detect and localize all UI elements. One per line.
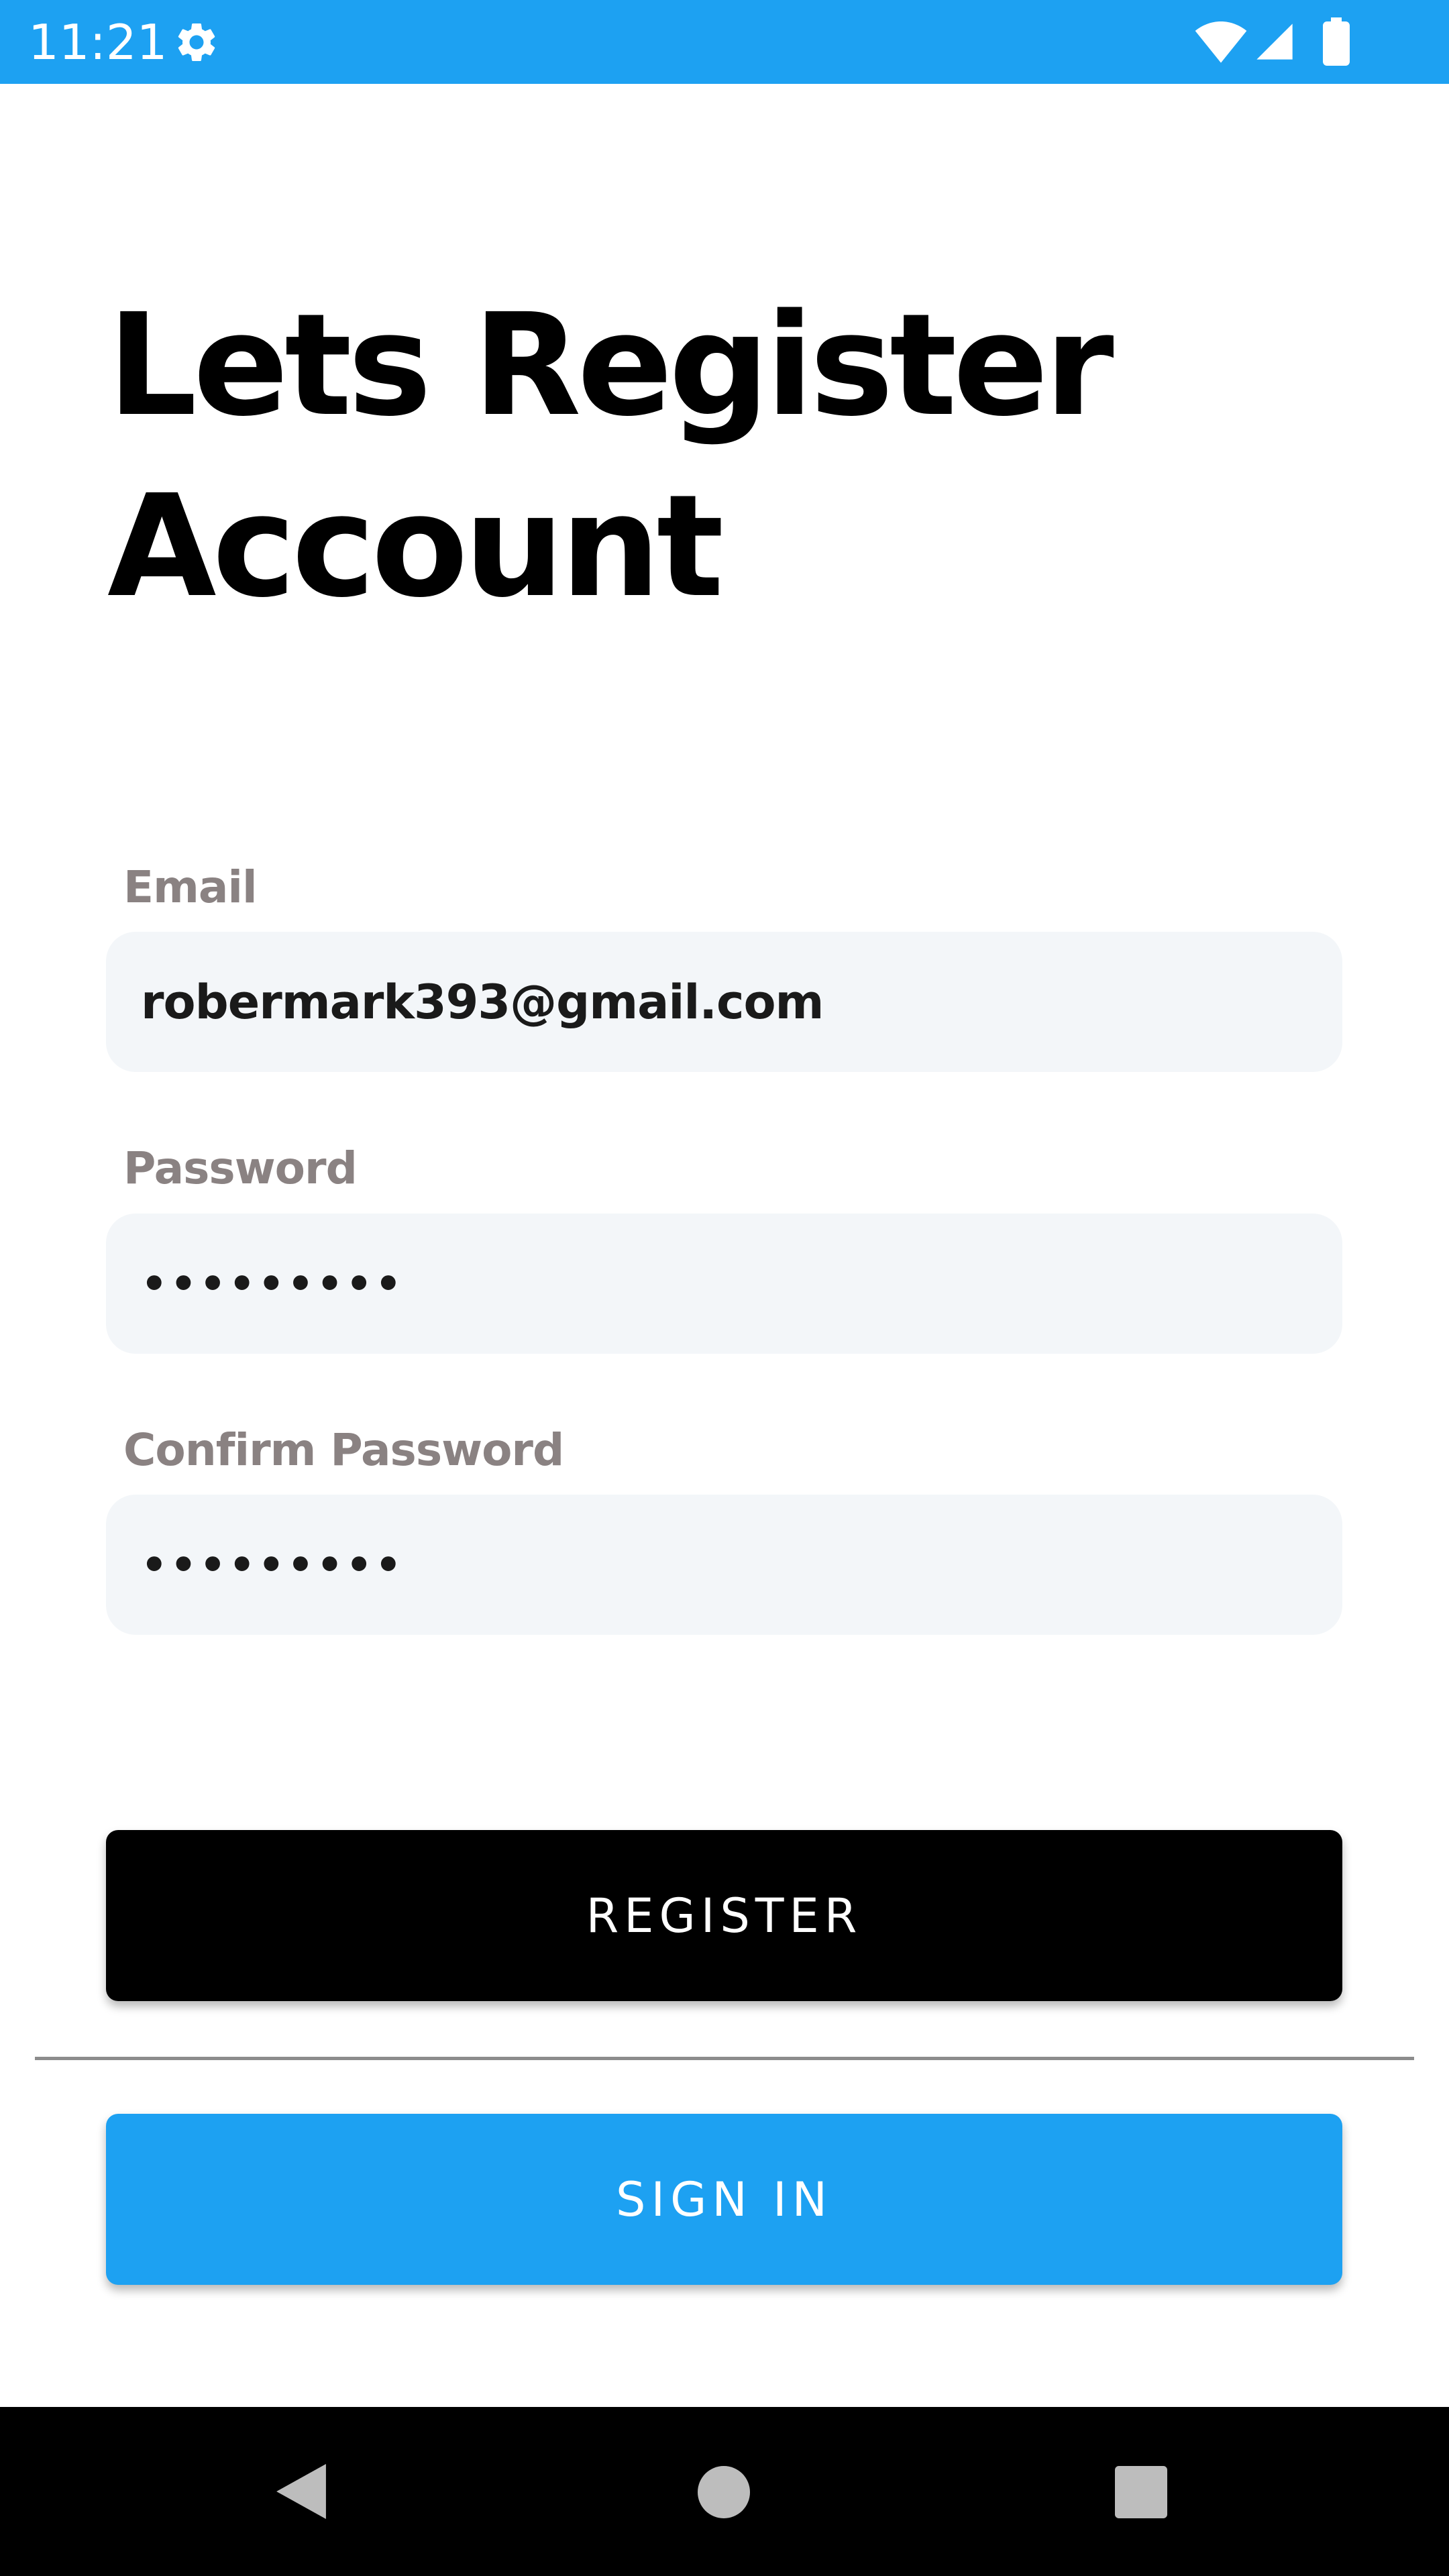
wifi-icon	[1195, 21, 1247, 63]
recents-icon[interactable]	[1115, 2466, 1167, 2518]
email-field[interactable]: robermark393@gmail.com	[106, 932, 1342, 1072]
sign-in-button[interactable]: SIGN IN	[106, 2114, 1342, 2285]
page-title: Lets Register Account	[107, 275, 1248, 637]
email-value: robermark393@gmail.com	[141, 974, 824, 1030]
battery-icon	[1323, 17, 1350, 66]
password-value: •••••••••	[141, 1259, 405, 1308]
confirm-password-value: •••••••••	[141, 1540, 405, 1589]
divider	[35, 2057, 1414, 2060]
page-title-line-2: Account	[107, 464, 724, 629]
register-screen: 11:21 Lets Register Account Email roberm…	[0, 0, 1449, 2576]
register-button[interactable]: REGISTER	[106, 1830, 1342, 2001]
navigation-bar	[0, 2407, 1449, 2576]
home-icon[interactable]	[698, 2466, 750, 2518]
signal-icon	[1256, 23, 1293, 60]
password-field[interactable]: •••••••••	[106, 1214, 1342, 1354]
gear-icon	[178, 23, 215, 61]
confirm-password-field[interactable]: •••••••••	[106, 1495, 1342, 1635]
confirm-password-label: Confirm Password	[123, 1424, 564, 1476]
back-icon[interactable]	[274, 2461, 329, 2522]
password-label: Password	[123, 1142, 358, 1194]
email-label: Email	[123, 861, 258, 913]
page-title-line-1: Lets Register	[107, 283, 1114, 447]
status-time: 11:21	[28, 14, 168, 70]
status-bar: 11:21	[0, 0, 1449, 84]
